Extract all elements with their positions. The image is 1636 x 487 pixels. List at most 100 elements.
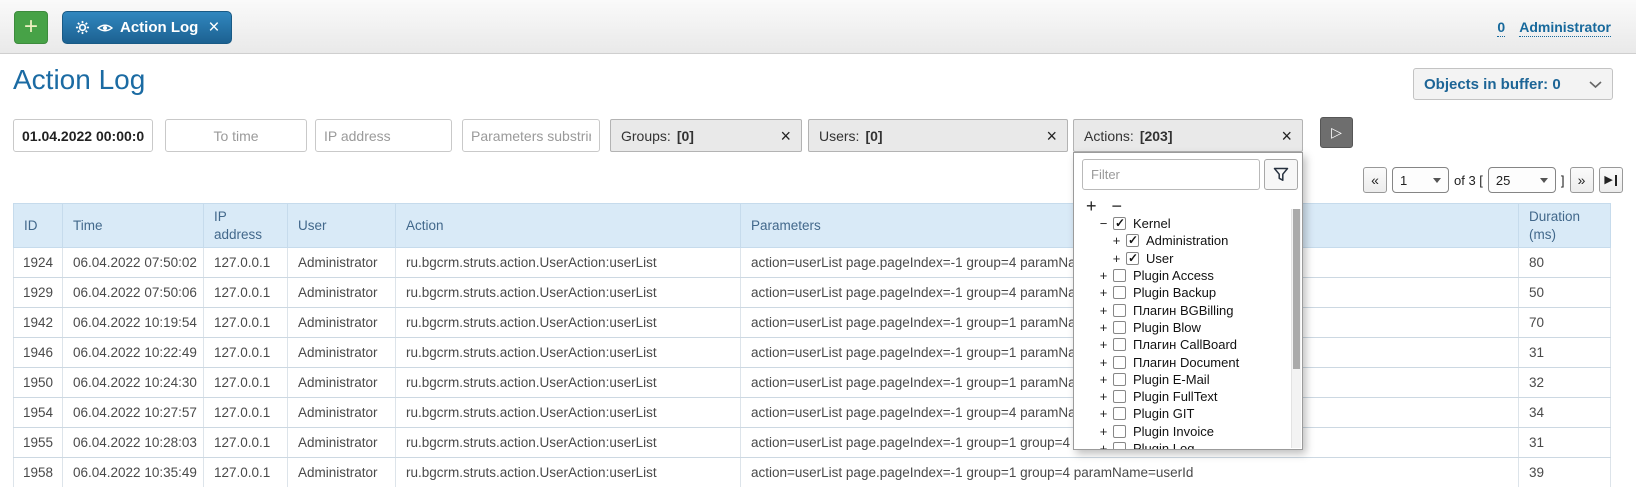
tree-item-label: Plugin Invoice	[1133, 424, 1214, 439]
next-page-button[interactable]: »	[1570, 167, 1594, 193]
from-time-input[interactable]	[13, 119, 153, 152]
tree-toggle[interactable]: +	[1110, 251, 1123, 266]
actions-filter-input[interactable]	[1082, 159, 1260, 190]
tree-item[interactable]: + Plugin E-Mail	[1074, 371, 1291, 388]
cell-duration: 80	[1519, 248, 1611, 278]
tree-item-label: Плагин Document	[1133, 355, 1239, 370]
groups-filter-chip[interactable]: Groups: [0] ×	[610, 119, 802, 152]
actions-clear-icon[interactable]: ×	[1281, 127, 1292, 145]
to-time-input[interactable]	[165, 119, 307, 152]
cell-ip: 127.0.0.1	[204, 458, 288, 487]
tree-item[interactable]: + Plugin Backup	[1074, 284, 1291, 301]
page-number-select[interactable]: 1	[1392, 167, 1449, 193]
tree-toggle[interactable]: +	[1097, 389, 1110, 404]
tree-toggle[interactable]: +	[1097, 441, 1110, 449]
buffer-label: Objects in buffer: 0	[1424, 76, 1561, 93]
checkbox-unchecked[interactable]	[1113, 373, 1126, 386]
checkbox-checked[interactable]	[1126, 252, 1139, 265]
collapse-all-button[interactable]: −	[1112, 197, 1123, 215]
checkbox-unchecked[interactable]	[1113, 390, 1126, 403]
checkbox-unchecked[interactable]	[1113, 442, 1126, 449]
cell-id: 1942	[14, 308, 63, 338]
tree-item[interactable]: + Administration	[1074, 232, 1291, 249]
users-chip-label: Users:	[819, 128, 859, 144]
cell-time: 06.04.2022 10:27:57	[63, 398, 204, 428]
cell-duration: 39	[1519, 458, 1611, 487]
objects-in-buffer-dropdown[interactable]: Objects in buffer: 0	[1413, 68, 1613, 100]
tree-item-label: Kernel	[1133, 216, 1171, 231]
user-name-link[interactable]: Administrator	[1519, 19, 1611, 37]
users-clear-icon[interactable]: ×	[1046, 127, 1057, 145]
checkbox-unchecked[interactable]	[1113, 321, 1126, 334]
tab-action-log[interactable]: Action Log ×	[62, 11, 232, 44]
tree-item[interactable]: + Плагин CallBoard	[1074, 336, 1291, 353]
ip-address-input[interactable]	[315, 119, 452, 152]
column-header-time: Time	[63, 204, 204, 248]
tree-toggle[interactable]: +	[1097, 320, 1110, 335]
tab-close-icon[interactable]: ×	[208, 18, 219, 37]
expand-all-button[interactable]: +	[1086, 197, 1097, 215]
column-header-duration: Duration (ms)	[1519, 204, 1611, 248]
cell-time: 06.04.2022 07:50:02	[63, 248, 204, 278]
table-header-row: ID Time IP address User Action Parameter…	[14, 204, 1611, 248]
checkbox-unchecked[interactable]	[1113, 269, 1126, 282]
tree-item[interactable]: + Plugin Log	[1074, 440, 1291, 449]
tree-item[interactable]: + Plugin FullText	[1074, 388, 1291, 405]
cell-user: Administrator	[288, 458, 396, 487]
table-row: 1950 06.04.2022 10:24:30 127.0.0.1 Admin…	[14, 368, 1611, 398]
groups-clear-icon[interactable]: ×	[780, 127, 791, 145]
column-header-id: ID	[14, 204, 63, 248]
parameters-substring-input[interactable]	[462, 119, 600, 152]
tree-item-label: Plugin Access	[1133, 268, 1214, 283]
tree-toggle[interactable]: +	[1097, 268, 1110, 283]
table-row: 1954 06.04.2022 10:27:57 127.0.0.1 Admin…	[14, 398, 1611, 428]
last-page-button[interactable]: ▶	[1599, 167, 1623, 193]
tree-toggle[interactable]: +	[1097, 337, 1110, 352]
chevron-down-icon	[1589, 80, 1602, 89]
run-filter-button[interactable]: ▷	[1320, 117, 1353, 148]
tree-item-label: Плагин BGBilling	[1133, 303, 1233, 318]
tree-toggle[interactable]: +	[1097, 303, 1110, 318]
tree-item[interactable]: + Плагин BGBilling	[1074, 301, 1291, 318]
tree-item[interactable]: + User	[1074, 250, 1291, 267]
actions-filter-chip[interactable]: Actions: [203] ×	[1073, 119, 1303, 152]
tree-item[interactable]: + Plugin Invoice	[1074, 423, 1291, 440]
user-area: 0 Administrator	[1497, 19, 1611, 37]
checkbox-checked[interactable]	[1113, 217, 1126, 230]
add-tab-button[interactable]: +	[14, 11, 48, 44]
checkbox-unchecked[interactable]	[1113, 286, 1126, 299]
cell-id: 1924	[14, 248, 63, 278]
checkbox-unchecked[interactable]	[1113, 304, 1126, 317]
tree-item[interactable]: + Plugin Access	[1074, 267, 1291, 284]
dropdown-scrollbar[interactable]	[1291, 209, 1301, 448]
tree-toggle[interactable]: −	[1097, 216, 1110, 231]
table-row: 1929 06.04.2022 07:50:06 127.0.0.1 Admin…	[14, 278, 1611, 308]
cell-ip: 127.0.0.1	[204, 398, 288, 428]
tree-item[interactable]: − Kernel	[1074, 215, 1291, 232]
tree-toggle[interactable]: +	[1097, 406, 1110, 421]
apply-filter-button[interactable]	[1264, 159, 1298, 190]
tree-toggle[interactable]: +	[1097, 424, 1110, 439]
tree-item[interactable]: + Plugin Blow	[1074, 319, 1291, 336]
checkbox-unchecked[interactable]	[1113, 425, 1126, 438]
cell-action: ru.bgcrm.struts.action.UserAction:userLi…	[396, 308, 741, 338]
notification-count-link[interactable]: 0	[1497, 19, 1505, 37]
checkbox-unchecked[interactable]	[1113, 407, 1126, 420]
tree-toggle[interactable]: +	[1110, 233, 1123, 248]
cell-action: ru.bgcrm.struts.action.UserAction:userLi…	[396, 458, 741, 487]
tree-toggle[interactable]: +	[1097, 285, 1110, 300]
tree-item[interactable]: + Плагин Document	[1074, 353, 1291, 370]
tree-toggle[interactable]: +	[1097, 355, 1110, 370]
users-filter-chip[interactable]: Users: [0] ×	[808, 119, 1068, 152]
cell-action: ru.bgcrm.struts.action.UserAction:userLi…	[396, 248, 741, 278]
page-size-select[interactable]: 25	[1488, 167, 1556, 193]
tree-item[interactable]: + Plugin GIT	[1074, 405, 1291, 422]
cell-id: 1955	[14, 428, 63, 458]
checkbox-unchecked[interactable]	[1113, 356, 1126, 369]
first-page-button[interactable]: «	[1363, 167, 1387, 193]
tree-item-label: Plugin GIT	[1133, 406, 1194, 421]
checkbox-unchecked[interactable]	[1113, 338, 1126, 351]
checkbox-checked[interactable]	[1126, 234, 1139, 247]
scrollbar-thumb[interactable]	[1293, 209, 1300, 369]
tree-toggle[interactable]: +	[1097, 372, 1110, 387]
